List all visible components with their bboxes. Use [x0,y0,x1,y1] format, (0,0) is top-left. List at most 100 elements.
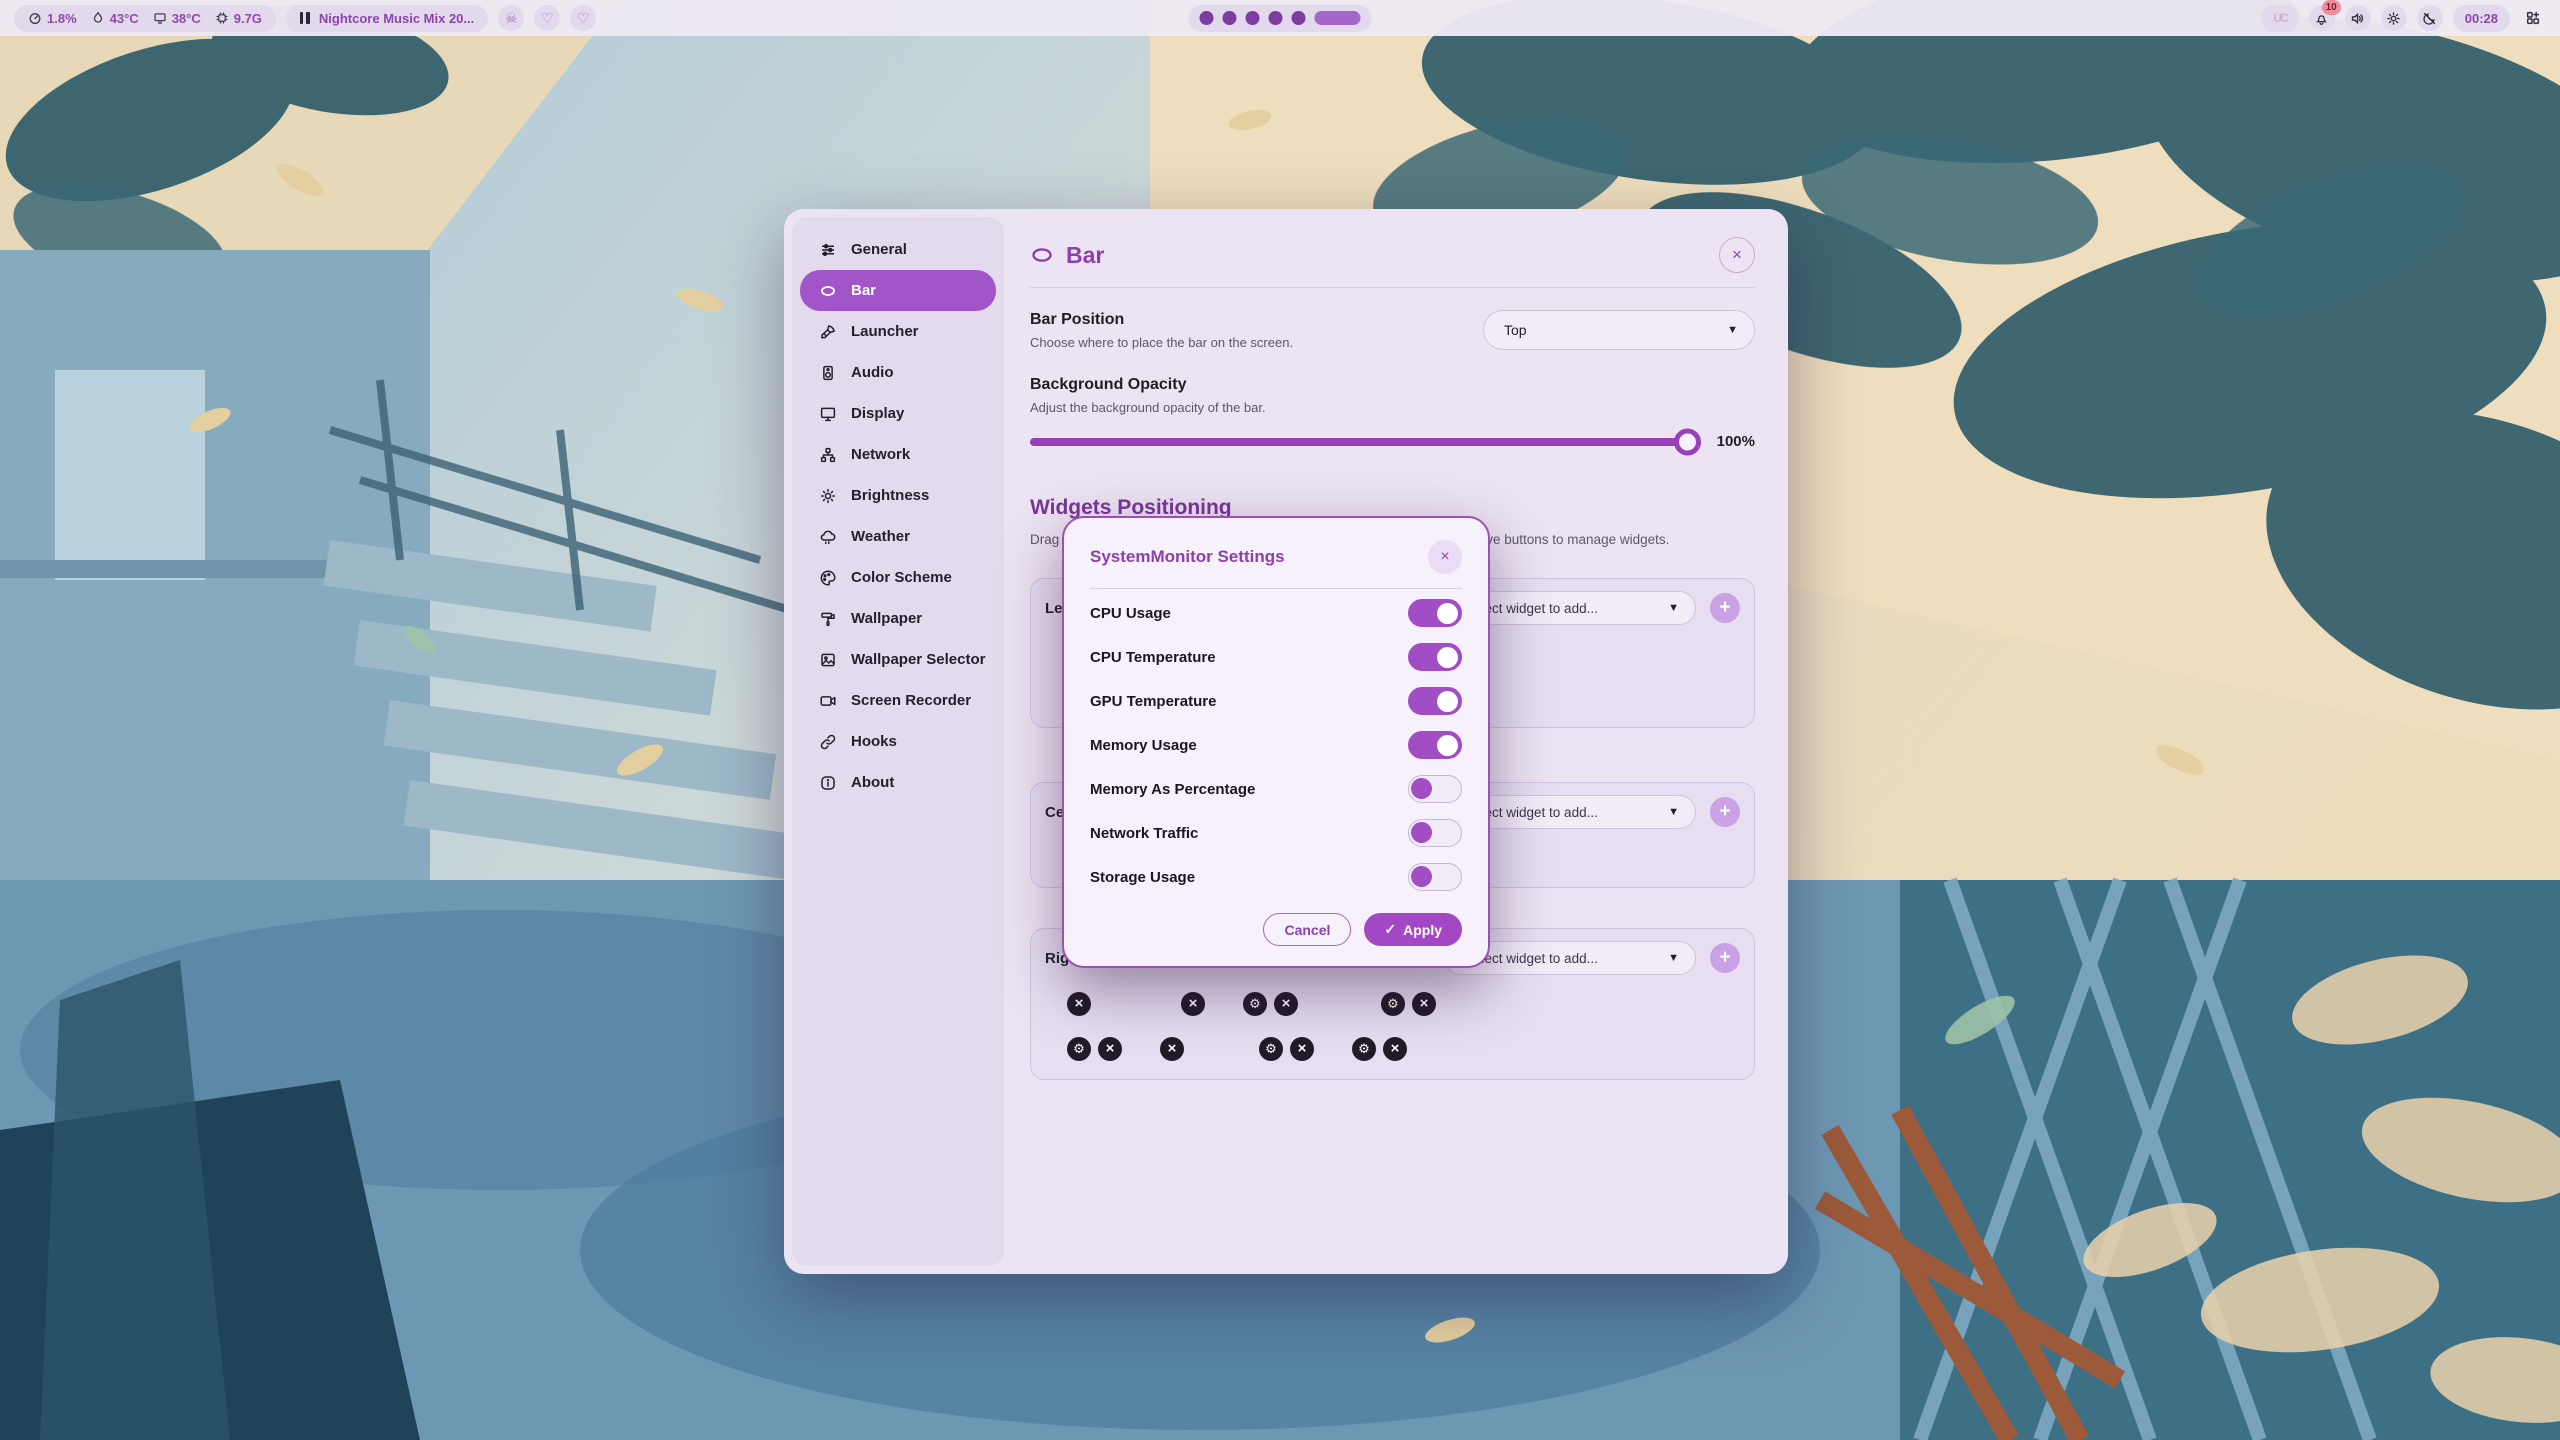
overview-button[interactable] [2520,5,2546,31]
right-add-widget-button[interactable]: + [1710,943,1740,973]
storage-usage-toggle[interactable] [1408,863,1462,891]
sidebar-item-network[interactable]: Network [800,434,996,475]
workspace-dot[interactable] [1223,11,1237,25]
dialog-close-button[interactable]: × [1428,540,1462,574]
sidebar-label: Wallpaper [851,610,922,627]
workspace-active-pill[interactable] [1315,11,1361,25]
widget-settings-button[interactable]: ⚙ [1259,1037,1283,1061]
widget-chip[interactable]: ⚙ × [1314,987,1442,1020]
bar-position-value: Top [1504,322,1527,338]
sidebar-label: Display [851,405,904,422]
left-add-widget-button[interactable]: + [1710,593,1740,623]
media-player-pill[interactable]: Nightcore Music Mix 20... [286,5,488,32]
memory-stat: 9.7G [215,11,262,26]
remove-widget-button[interactable]: × [1098,1037,1122,1061]
sidebar-item-display[interactable]: Display [800,393,996,434]
image-icon [819,651,837,669]
widget-chip[interactable]: × [1045,987,1097,1020]
like-button[interactable]: ♡ [570,5,596,31]
close-icon: × [1391,1040,1400,1057]
workspace-dot[interactable] [1292,11,1306,25]
sidebar-item-about[interactable]: About [800,762,996,803]
network-traffic-toggle[interactable] [1408,819,1462,847]
remove-widget-button[interactable]: × [1274,992,1298,1016]
favorite-button[interactable]: ♡ [534,5,560,31]
video-camera-icon [819,692,837,710]
rocket-icon [819,323,837,341]
widget-chip[interactable]: × [1107,987,1211,1020]
center-add-widget-button[interactable]: + [1710,797,1740,827]
gear-icon: ⚙ [1073,1041,1085,1057]
widget-chip[interactable]: ⚙ × [1200,1032,1320,1065]
cpu-usage-toggle[interactable] [1408,599,1462,627]
notifications-button[interactable]: 10 [2309,5,2335,31]
background-opacity-slider-row: 100% [1030,433,1755,450]
header-divider [1030,287,1755,288]
remove-widget-button[interactable]: × [1181,992,1205,1016]
widget-chip[interactable]: ⚙ × [1045,1032,1128,1065]
tray-app-button[interactable]: UC [2261,5,2298,32]
toggle-row-cpu-temperature: CPU Temperature [1090,635,1462,679]
bar-position-row: Bar Position Choose where to place the b… [1030,310,1755,350]
widget-settings-button[interactable]: ⚙ [1067,1037,1091,1061]
heart-icon: ♡ [577,10,590,27]
night-light-button[interactable] [2417,5,2443,31]
sidebar-item-wallpaper[interactable]: Wallpaper [800,598,996,639]
sidebar-item-weather[interactable]: Weather [800,516,996,557]
remove-widget-button[interactable]: × [1160,1037,1184,1061]
remove-widget-button[interactable]: × [1290,1037,1314,1061]
remove-widget-button[interactable]: × [1412,992,1436,1016]
workspace-dot[interactable] [1200,11,1214,25]
media-art-button[interactable]: ☠ [498,5,524,31]
gauge-icon [28,11,42,25]
gpu-temperature-toggle[interactable] [1408,687,1462,715]
clock-pill[interactable]: 00:28 [2453,5,2510,32]
sidebar-item-bar[interactable]: Bar [800,270,996,311]
volume-button[interactable] [2345,5,2371,31]
memory-as-percentage-toggle[interactable] [1408,775,1462,803]
widget-chip[interactable]: × [1138,1032,1190,1065]
sun-icon [819,487,837,505]
slider-knob[interactable] [1674,428,1701,455]
close-icon: × [1298,1040,1307,1057]
system-stats-pill: 1.8% 43°C 38°C 9.7G [14,5,276,32]
bar-position-select[interactable]: Top ▼ [1483,310,1755,350]
flame-icon [91,11,105,25]
cancel-button[interactable]: Cancel [1263,913,1351,946]
cloud-icon [819,528,837,546]
close-icon: × [1282,995,1291,1012]
apply-button[interactable]: ✓ Apply [1364,913,1462,946]
remove-widget-button[interactable]: × [1383,1037,1407,1061]
toggle-label: Memory Usage [1090,737,1197,754]
sidebar-item-general[interactable]: General [800,229,996,270]
paint-roller-icon [819,610,837,628]
sidebar-label: Bar [851,282,876,299]
widget-chip[interactable]: ⚙ × [1221,987,1304,1020]
cpu-temp-stat: 43°C [91,11,139,26]
sidebar-item-screen-recorder[interactable]: Screen Recorder [800,680,996,721]
sidebar-item-audio[interactable]: Audio [800,352,996,393]
sidebar-item-color-scheme[interactable]: Color Scheme [800,557,996,598]
workspace-dot[interactable] [1246,11,1260,25]
widget-settings-button[interactable]: ⚙ [1381,992,1405,1016]
sidebar-item-wallpaper-selector[interactable]: Wallpaper Selector [800,639,996,680]
monitor-icon [153,11,167,25]
widget-chip[interactable]: ⚙ × [1330,1032,1413,1065]
sidebar-item-launcher[interactable]: Launcher [800,311,996,352]
toggle-knob [1437,735,1458,756]
sidebar-item-hooks[interactable]: Hooks [800,721,996,762]
window-close-button[interactable]: × [1719,237,1755,273]
brightness-button[interactable] [2381,5,2407,31]
widget-settings-button[interactable]: ⚙ [1243,992,1267,1016]
workspace-dot[interactable] [1269,11,1283,25]
widget-settings-button[interactable]: ⚙ [1352,1037,1376,1061]
background-opacity-slider[interactable] [1030,438,1699,446]
palette-icon [819,569,837,587]
cpu-temperature-toggle[interactable] [1408,643,1462,671]
toggle-row-cpu-usage: CPU Usage [1090,591,1462,635]
sidebar-item-brightness[interactable]: Brightness [800,475,996,516]
memory-usage-toggle[interactable] [1408,731,1462,759]
remove-widget-button[interactable]: × [1067,992,1091,1016]
toggle-label: GPU Temperature [1090,693,1216,710]
close-icon: × [1420,995,1429,1012]
